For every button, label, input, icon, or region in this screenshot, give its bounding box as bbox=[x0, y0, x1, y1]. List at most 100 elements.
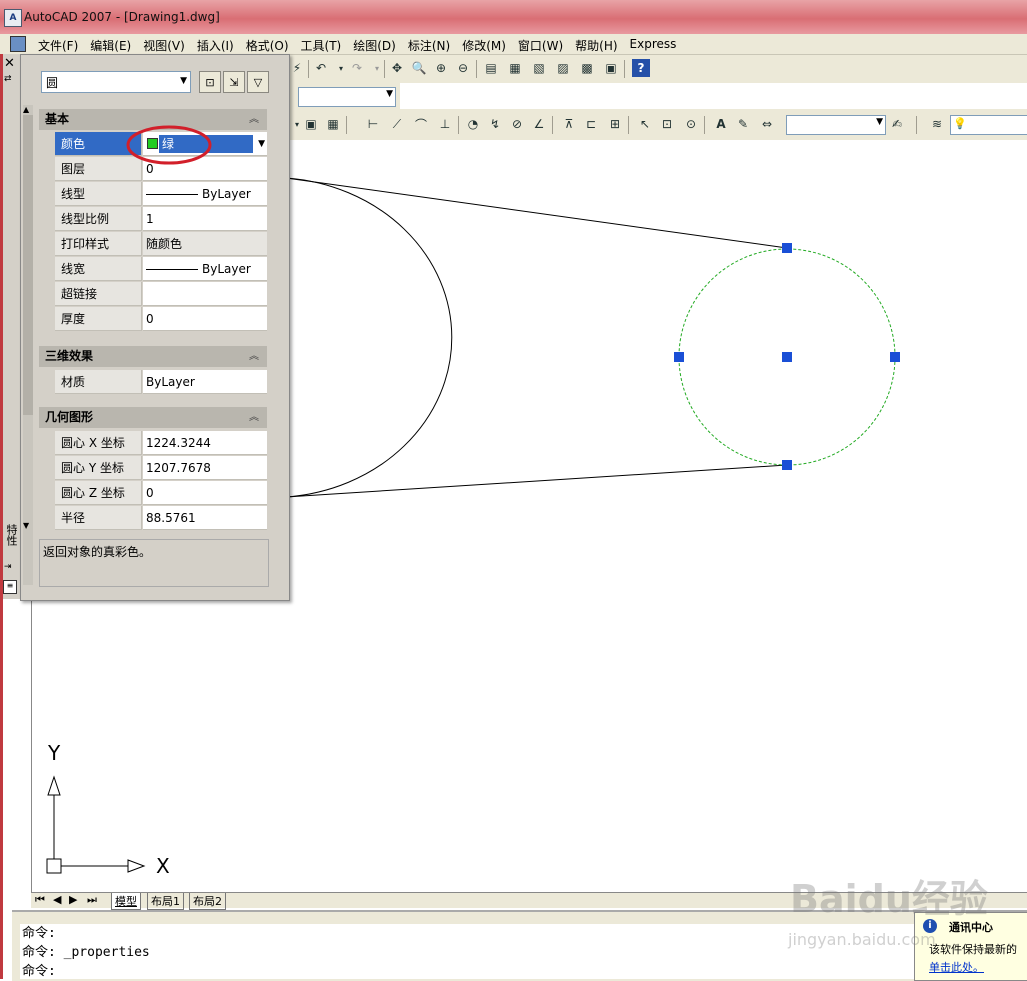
dimension-style-combo[interactable]: ▼ bbox=[786, 115, 886, 135]
section-geometry[interactable]: 几何图形 ︽ bbox=[39, 407, 267, 428]
prop-row-hyperlink[interactable]: 超链接 bbox=[55, 282, 267, 307]
tolerance-icon[interactable]: ⊡ bbox=[658, 115, 676, 133]
last-tab-icon[interactable]: ⏭ bbox=[87, 893, 97, 907]
menu-express[interactable]: Express bbox=[624, 37, 683, 54]
prop-value[interactable]: 0 bbox=[143, 307, 267, 331]
prop-value[interactable]: 1 bbox=[143, 207, 267, 231]
prev-tab-icon[interactable]: ◀ bbox=[53, 893, 61, 906]
menu-file[interactable]: 文件(F) bbox=[32, 37, 84, 54]
prop-row-material[interactable]: 材质 ByLayer bbox=[55, 370, 267, 395]
prop-row-plotstyle[interactable]: 打印样式 随颜色 bbox=[55, 232, 267, 257]
upper-tangent-line[interactable] bbox=[285, 177, 788, 249]
match-properties-icon[interactable]: ⚡ bbox=[288, 59, 306, 77]
prop-value-cell[interactable]: ByLayer bbox=[143, 182, 267, 206]
angular-dimension-icon[interactable]: ∠ bbox=[530, 115, 548, 133]
radius-dimension-icon[interactable]: ◔ bbox=[464, 115, 482, 133]
workspace-combo[interactable]: ▼ bbox=[298, 87, 396, 107]
large-arc[interactable] bbox=[285, 177, 453, 498]
aligned-dimension-icon[interactable]: ⟋ bbox=[388, 115, 406, 133]
object-type-combo[interactable]: 圆 ▼ bbox=[41, 71, 191, 93]
command-input-line[interactable]: 命令: bbox=[20, 962, 920, 981]
prop-value[interactable]: ByLayer bbox=[143, 370, 267, 394]
menu-view[interactable]: 视图(V) bbox=[137, 37, 191, 54]
grip-left[interactable] bbox=[674, 352, 684, 362]
first-tab-icon[interactable]: ⏮ bbox=[35, 893, 45, 907]
calculator-icon[interactable]: ▣ bbox=[602, 59, 620, 77]
document-menu-icon[interactable] bbox=[10, 36, 26, 52]
toggle-pickadd-icon[interactable]: ⊡ bbox=[199, 71, 221, 93]
baseline-dimension-icon[interactable]: ⊏ bbox=[582, 115, 600, 133]
command-history[interactable]: 命令: 命令: _properties 命令: bbox=[20, 924, 920, 979]
continue-dimension-icon[interactable]: ⊞ bbox=[606, 115, 624, 133]
redo-icon[interactable]: ↷ bbox=[348, 59, 366, 77]
prop-row-linetype[interactable]: 线型 ByLayer bbox=[55, 182, 267, 207]
quick-select-icon[interactable]: ▽ bbox=[247, 71, 269, 93]
prop-value[interactable]: 1207.7678 bbox=[143, 456, 267, 480]
menu-help[interactable]: 帮助(H) bbox=[569, 37, 623, 54]
prop-row-radius[interactable]: 半径 88.5761 bbox=[55, 506, 267, 531]
autocad-logo-icon[interactable]: A bbox=[4, 9, 22, 27]
menu-format[interactable]: 格式(O) bbox=[240, 37, 295, 54]
lower-tangent-line[interactable] bbox=[285, 464, 788, 498]
scroll-up-icon[interactable]: ▲ bbox=[23, 105, 29, 114]
autohide-icon[interactable]: ⇄ bbox=[4, 74, 12, 84]
dimension-edit-icon[interactable]: A bbox=[712, 115, 730, 133]
menu-insert[interactable]: 插入(I) bbox=[191, 37, 240, 54]
tab-model[interactable]: 模型 bbox=[111, 893, 141, 910]
palette-scroll-thumb[interactable] bbox=[23, 115, 33, 415]
menu-draw[interactable]: 绘图(D) bbox=[347, 37, 402, 54]
prop-row-thickness[interactable]: 厚度 0 bbox=[55, 307, 267, 332]
menu-dimension[interactable]: 标注(N) bbox=[402, 37, 456, 54]
arc-length-icon[interactable]: ⌒ bbox=[412, 115, 430, 133]
make-block-icon[interactable]: ▦ bbox=[324, 115, 342, 133]
prop-value[interactable]: 88.5761 bbox=[143, 506, 267, 530]
menu-modify[interactable]: 修改(M) bbox=[456, 37, 512, 54]
palette-title-strip[interactable]: ✕ ⇄ 特性 ⇥ ≡ bbox=[0, 54, 21, 599]
next-tab-icon[interactable]: ▶ bbox=[69, 893, 77, 906]
block-editor-icon[interactable]: ▣ bbox=[302, 115, 320, 133]
zoom-realtime-icon[interactable]: 🔍 bbox=[410, 59, 428, 77]
menu-window[interactable]: 窗口(W) bbox=[512, 37, 569, 54]
prop-value-cell[interactable]: ByLayer bbox=[143, 257, 267, 281]
grip-bottom[interactable] bbox=[782, 460, 792, 470]
linear-dimension-icon[interactable]: ⊢ bbox=[364, 115, 382, 133]
prop-row-center-x[interactable]: 圆心 X 坐标 1224.3244 bbox=[55, 431, 267, 456]
jogged-dimension-icon[interactable]: ↯ bbox=[486, 115, 504, 133]
tab-layout2[interactable]: 布局2 bbox=[189, 893, 226, 910]
leader-icon[interactable]: ↖ bbox=[636, 115, 654, 133]
tab-layout1[interactable]: 布局1 bbox=[147, 893, 184, 910]
ordinate-dimension-icon[interactable]: ⊥ bbox=[436, 115, 454, 133]
prop-row-lineweight[interactable]: 线宽 ByLayer bbox=[55, 257, 267, 282]
help-icon[interactable]: ? bbox=[632, 59, 650, 77]
properties-palette-icon[interactable]: ⇥ bbox=[4, 562, 12, 572]
markup-icon[interactable]: ▩ bbox=[578, 59, 596, 77]
prop-value[interactable] bbox=[143, 282, 267, 306]
sheet-set-icon[interactable]: ▨ bbox=[554, 59, 572, 77]
pan-icon[interactable]: ✥ bbox=[388, 59, 406, 77]
prop-value[interactable]: 1224.3244 bbox=[143, 431, 267, 455]
zoom-previous-icon[interactable]: ⊖ bbox=[454, 59, 472, 77]
zoom-window-icon[interactable]: ⊕ bbox=[432, 59, 450, 77]
quick-dimension-icon[interactable]: ⊼ bbox=[560, 115, 578, 133]
section-3d-effects[interactable]: 三维效果 ︽ bbox=[39, 346, 267, 367]
properties-icon[interactable]: ▤ bbox=[482, 59, 500, 77]
select-objects-icon[interactable]: ⇲ bbox=[223, 71, 245, 93]
grip-center[interactable] bbox=[782, 352, 792, 362]
design-center-icon[interactable]: ▦ bbox=[506, 59, 524, 77]
dimension-style-icon[interactable]: ✍ bbox=[888, 115, 906, 133]
center-mark-icon[interactable]: ⊙ bbox=[682, 115, 700, 133]
prop-value[interactable]: 0 bbox=[143, 481, 267, 505]
layer-manager-icon[interactable]: ≋ bbox=[928, 115, 946, 133]
dimension-text-edit-icon[interactable]: ✎ bbox=[734, 115, 752, 133]
grip-top[interactable] bbox=[782, 243, 792, 253]
notification-link[interactable]: 单击此处。 bbox=[929, 959, 984, 975]
layer-combo[interactable]: 💡 bbox=[950, 115, 1027, 135]
scroll-down-icon[interactable]: ▼ bbox=[23, 521, 29, 530]
close-palette-icon[interactable]: ✕ bbox=[4, 56, 15, 71]
diameter-dimension-icon[interactable]: ⊘ bbox=[508, 115, 526, 133]
undo-icon[interactable]: ↶ bbox=[312, 59, 330, 77]
prop-row-ltscale[interactable]: 线型比例 1 bbox=[55, 207, 267, 232]
menu-edit[interactable]: 编辑(E) bbox=[84, 37, 137, 54]
prop-row-center-z[interactable]: 圆心 Z 坐标 0 bbox=[55, 481, 267, 506]
prop-row-center-y[interactable]: 圆心 Y 坐标 1207.7678 bbox=[55, 456, 267, 481]
